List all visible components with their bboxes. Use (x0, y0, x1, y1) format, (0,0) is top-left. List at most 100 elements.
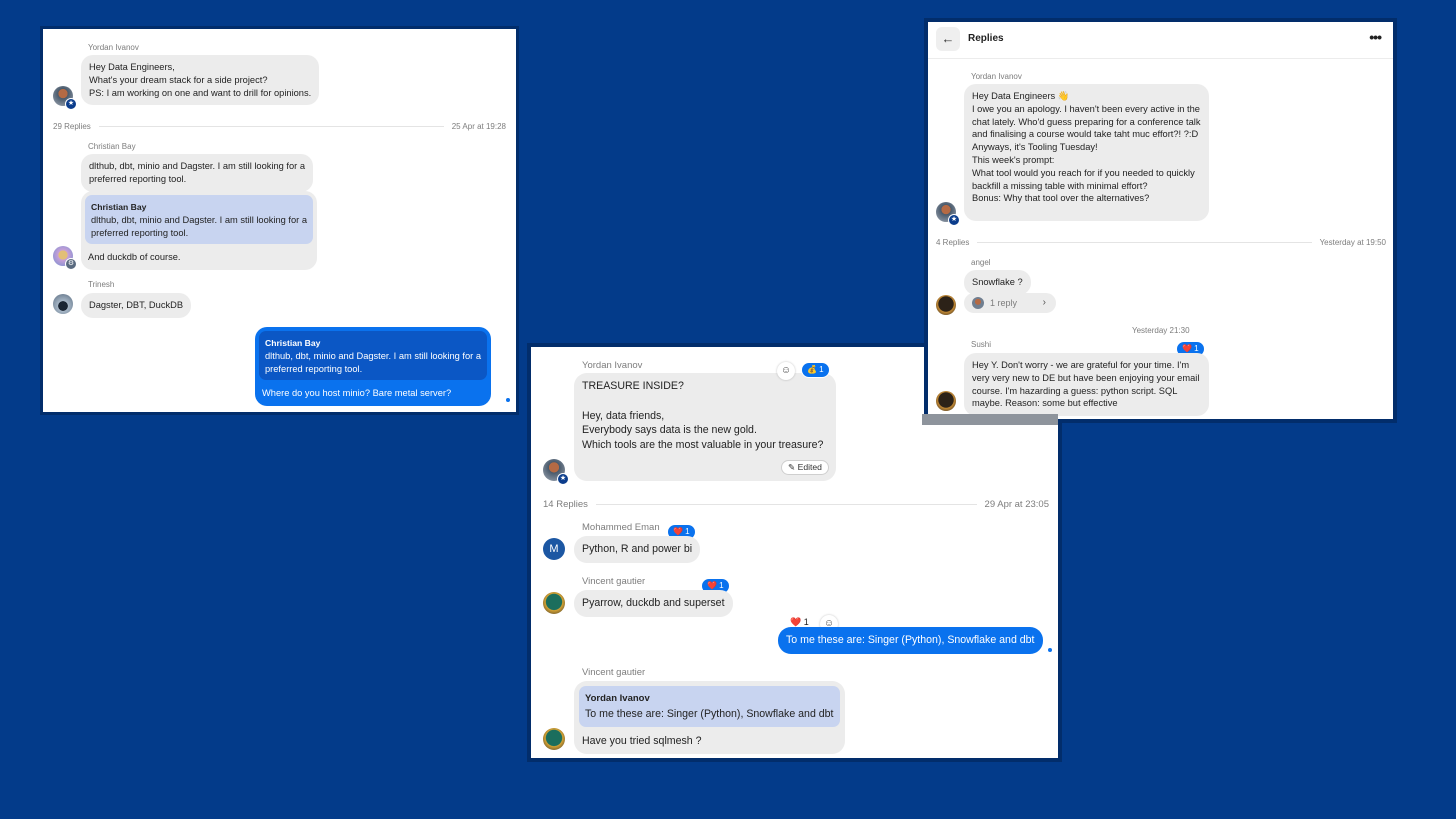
sent-indicator-icon (1048, 648, 1052, 652)
divider-line (595, 504, 977, 505)
replies-count: 14 Replies (543, 499, 588, 510)
avatar[interactable]: M (543, 538, 565, 560)
avatar[interactable] (936, 295, 956, 315)
quoted-line: dlthub, dbt, minio and Dagster. I am sti… (91, 214, 308, 225)
message-text: And duckdb of course. (88, 252, 181, 263)
sent-indicator-icon (506, 398, 510, 402)
outgoing-message-bubble[interactable]: Christian Bay dlthub, dbt, minio and Dag… (255, 327, 492, 407)
message-text: Where do you host minio? Bare metal serv… (262, 388, 452, 399)
reply-count: 1 reply (990, 298, 1018, 308)
message-line: PS: I am working on one and want to dril… (89, 87, 312, 98)
replies-panel: ← Replies ••• Yordan Ivanov Hey Data Eng… (928, 22, 1393, 419)
author-name: Sushi (971, 340, 992, 349)
message-bubble[interactable]: Hey Data Engineers, What's your dream st… (81, 55, 320, 106)
star-badge-icon: ★ (65, 98, 77, 110)
message-bubble-reply[interactable]: Christian Bay dlthub, dbt, minio and Dag… (81, 191, 318, 271)
message-text: To me these are: Singer (Python), Snowfl… (786, 634, 1035, 646)
author-name: Christian Bay (88, 142, 136, 151)
message-text: Have you tried sqlmesh ? (582, 734, 702, 747)
panel-shadow (922, 414, 1058, 425)
author-name: Vincent gautier (582, 667, 646, 678)
message-text: Pyarrow, duckdb and superset (582, 597, 725, 609)
message-bubble-reply[interactable]: Yordan Ivanov To me these are: Singer (P… (574, 681, 845, 755)
header-title: Replies (968, 33, 1004, 44)
message-timestamp: Yesterday 21:30 (1132, 326, 1190, 335)
quoted-line: preferred reporting tool. (265, 363, 363, 374)
author-name: Yordan Ivanov (582, 360, 643, 371)
message-line: preferred reporting tool. (89, 173, 187, 184)
reply-avatar (972, 297, 984, 309)
quoted-message[interactable]: Yordan Ivanov To me these are: Singer (P… (579, 686, 840, 727)
add-reaction-icon[interactable]: ☺ (777, 362, 795, 380)
message-bubble[interactable]: Pyarrow, duckdb and superset (574, 590, 733, 617)
quoted-line: preferred reporting tool. (91, 227, 189, 238)
quoted-line: To me these are: Singer (Python), Snowfl… (585, 707, 834, 720)
more-options-icon[interactable]: ••• (1369, 29, 1382, 45)
quoted-author: Yordan Ivanov (585, 693, 650, 704)
author-name: Vincent gautier (582, 576, 646, 587)
replies-count: 29 Replies (53, 122, 91, 131)
replies-count: 4 Replies (936, 238, 970, 247)
avatar[interactable] (543, 592, 565, 614)
message-line: This week's prompt: (972, 154, 1055, 165)
author-name: Yordan Ivanov (88, 43, 139, 52)
quoted-line: dlthub, dbt, minio and Dagster. I am sti… (265, 350, 482, 361)
thread-reply-button[interactable]: 1 reply › (964, 293, 1056, 313)
reaction-badge[interactable]: 💰 1 (801, 362, 830, 378)
message-bubble[interactable]: Python, R and power bi (574, 536, 701, 563)
message-line: I owe you an apology. I haven't been eve… (972, 103, 1201, 140)
outgoing-message-bubble[interactable]: To me these are: Singer (Python), Snowfl… (778, 627, 1043, 654)
avatar[interactable]: ⚙ (53, 246, 77, 270)
replies-header: ← Replies ••• (928, 22, 1393, 59)
thread-panel-stack-question: Yordan Ivanov Hey Data Engineers, What's… (43, 29, 516, 412)
message-line: What tool would you reach for if you nee… (972, 167, 1195, 191)
message-line: Hey, data friends, (582, 409, 665, 422)
edited-label: ✎ Edited (781, 460, 829, 475)
message-text: Snowflake ? (972, 277, 1023, 287)
message-line: Bonus: Why that tool over the alternativ… (972, 193, 1150, 204)
replies-divider: 14 Replies 29 Apr at 23:05 (543, 499, 1049, 510)
back-arrow-icon[interactable]: ← (936, 27, 960, 51)
message-line: TREASURE INSIDE? (582, 380, 684, 392)
message-line: dlthub, dbt, minio and Dagster. I am sti… (89, 161, 306, 171)
author-name: Mohammed Eman (582, 522, 660, 533)
avatar[interactable]: ★ (543, 459, 569, 485)
message-line: Hey Data Engineers, (89, 62, 175, 72)
message-text: Dagster, DBT, DuckDB (89, 300, 184, 310)
message-text: Hey Y. Don't worry - we are grateful for… (972, 360, 1200, 409)
quoted-message[interactable]: Christian Bay dlthub, dbt, minio and Dag… (259, 331, 488, 381)
pencil-icon: ✎ (788, 462, 796, 472)
author-name: Trinesh (88, 280, 115, 289)
divider-line (977, 242, 1312, 243)
message-bubble[interactable]: dlthub, dbt, minio and Dagster. I am sti… (81, 154, 314, 192)
star-badge-icon: ★ (948, 214, 960, 226)
author-name: angel (971, 258, 991, 267)
avatar[interactable] (936, 391, 956, 411)
message-line: Which tools are the most valuable in you… (582, 439, 824, 452)
message-bubble[interactable]: Hey Data Engineers 👋 I owe you an apolog… (964, 84, 1209, 221)
thread-timestamp: 25 Apr at 19:28 (451, 122, 506, 131)
message-bubble[interactable]: Snowflake ? (964, 270, 1031, 295)
divider-line (98, 126, 444, 127)
avatar[interactable]: ★ (936, 202, 960, 226)
settings-badge-icon: ⚙ (65, 258, 77, 270)
edited-text: Edited (797, 462, 822, 472)
message-line: Everybody says data is the new gold. (582, 424, 757, 437)
avatar[interactable] (53, 294, 73, 314)
message-line (582, 394, 828, 409)
message-line: What's your dream stack for a side proje… (89, 74, 268, 85)
star-badge-icon: ★ (557, 473, 569, 485)
replies-divider: 29 Replies 25 Apr at 19:28 (53, 122, 506, 131)
message-text: Python, R and power bi (582, 543, 693, 555)
chevron-right-icon: › (1042, 297, 1046, 308)
replies-divider: 4 Replies Yesterday at 19:50 (936, 238, 1386, 247)
message-bubble[interactable]: Hey Y. Don't worry - we are grateful for… (964, 353, 1209, 417)
thread-timestamp: Yesterday at 19:50 (1319, 238, 1386, 247)
quoted-author: Christian Bay (265, 338, 321, 348)
message-bubble[interactable]: Dagster, DBT, DuckDB (81, 293, 192, 318)
author-name: Yordan Ivanov (971, 72, 1022, 81)
thread-timestamp: 29 Apr at 23:05 (984, 499, 1049, 510)
quoted-message[interactable]: Christian Bay dlthub, dbt, minio and Dag… (85, 195, 314, 245)
avatar[interactable] (543, 728, 565, 750)
avatar[interactable]: ★ (53, 86, 77, 110)
